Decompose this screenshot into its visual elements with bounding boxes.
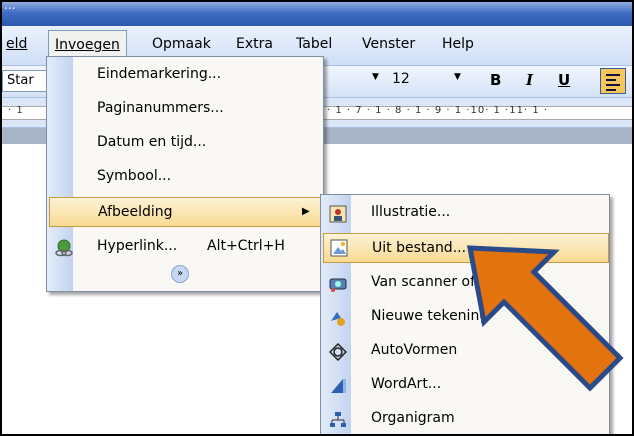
- underline-button[interactable]: U: [558, 71, 570, 89]
- menu-item-paginanummers[interactable]: Paginanummers...: [49, 93, 321, 125]
- menu-item-label: Symbool...: [97, 168, 172, 184]
- annotation-arrow-icon: [466, 245, 624, 392]
- drawing-icon: [329, 308, 347, 326]
- menu-item-eindemarkering[interactable]: Eindemarkering...: [49, 59, 321, 91]
- menu-item-label: Paginanummers...: [97, 100, 224, 116]
- submenu-item-organigram[interactable]: Organigram: [323, 403, 609, 434]
- menu-opmaak[interactable]: Opmaak: [152, 36, 211, 52]
- bold-button[interactable]: B: [490, 71, 501, 89]
- menu-item-hyperlink[interactable]: Hyperlink... Alt+Ctrl+H: [49, 231, 321, 263]
- menu-extra[interactable]: Extra: [236, 36, 273, 52]
- menu-venster[interactable]: Venster: [362, 36, 415, 52]
- submenu-item-label: WordArt...: [371, 376, 442, 392]
- style-selector[interactable]: Star: [2, 70, 52, 92]
- menu-item-datum-en-tijd[interactable]: Datum en tijd...: [49, 127, 321, 159]
- font-size-selector[interactable]: ▼ 12 ▼: [372, 70, 464, 92]
- app-window: ... eld Invoegen Opmaak Extra Tabel Vens…: [0, 0, 634, 436]
- menu-item-shortcut: Alt+Ctrl+H: [207, 238, 285, 254]
- title-text: ...: [4, 0, 16, 12]
- hyperlink-globe-icon: [55, 238, 73, 257]
- submenu-item-illustratie[interactable]: Illustratie...: [323, 197, 609, 229]
- menu-help[interactable]: Help: [442, 36, 474, 52]
- dropdown-arrow-icon: ▼: [454, 72, 461, 82]
- submenu-item-label: Illustratie...: [371, 204, 451, 220]
- menu-item-afbeelding[interactable]: Afbeelding ▶: [49, 197, 321, 227]
- ruler-ticks-right: · 1 · 7 · 1 · 8 · 1 · 9 · 1 ·10· 1 ·11· …: [327, 105, 549, 116]
- ruler-ticks-left: · 1: [8, 105, 24, 116]
- italic-button[interactable]: I: [526, 71, 533, 89]
- org-chart-icon: [329, 410, 347, 428]
- insert-menu: Eindemarkering... Paginanummers... Datum…: [46, 56, 324, 292]
- clipart-icon: [329, 204, 347, 223]
- menu-beeld-label: eld: [6, 36, 28, 52]
- picture-file-icon: [330, 239, 348, 257]
- menu-tabel[interactable]: Tabel: [296, 36, 332, 52]
- menu-item-label: Eindemarkering...: [97, 66, 222, 82]
- menu-item-label: Afbeelding: [98, 204, 173, 220]
- wordart-icon: [329, 376, 347, 394]
- font-size-value: 12: [392, 71, 410, 87]
- submenu-arrow-icon: ▶: [302, 206, 310, 217]
- autoshapes-icon: [328, 342, 348, 362]
- menu-item-label: Datum en tijd...: [97, 134, 207, 150]
- scanner-icon: [329, 274, 347, 292]
- menu-invoegen-label: Invoegen: [55, 37, 120, 53]
- submenu-item-label: Organigram: [371, 410, 455, 426]
- menu-beeld[interactable]: eld: [6, 36, 27, 52]
- menu-item-label: Hyperlink...: [97, 238, 178, 254]
- expand-menu-icon[interactable]: »: [171, 265, 189, 283]
- align-left-button[interactable]: [600, 68, 626, 94]
- dropdown-arrow-icon: ▼: [372, 72, 379, 82]
- menu-item-symbool[interactable]: Symbool...: [49, 161, 321, 193]
- title-bar: ...: [2, 0, 632, 26]
